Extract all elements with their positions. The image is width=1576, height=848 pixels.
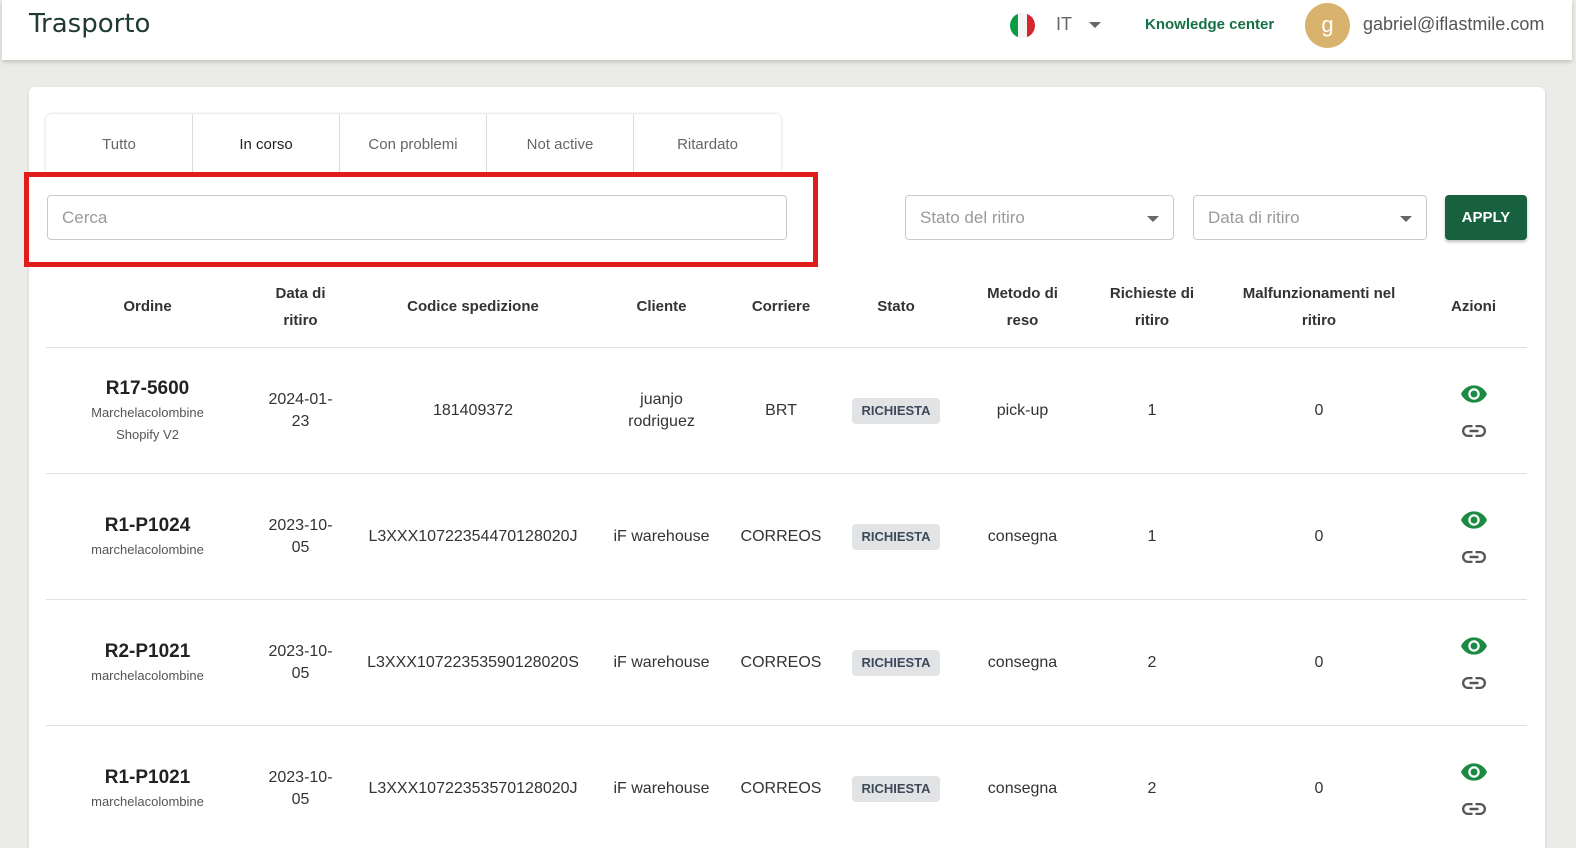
tab-con-problemi[interactable]: Con problemi bbox=[340, 114, 487, 172]
carrier: CORREOS bbox=[740, 654, 822, 671]
col-data-ritiro[interactable]: Data di ritiro bbox=[249, 265, 352, 348]
table-row[interactable]: R1-P1024 marchelacolombine 2023-10- 05 L3… bbox=[46, 474, 1527, 600]
status-badge: RICHIESTA bbox=[852, 524, 940, 550]
italy-flag-icon[interactable] bbox=[1010, 13, 1035, 38]
pickup-failures: 0 bbox=[1314, 780, 1324, 797]
carrier: BRT bbox=[765, 402, 797, 419]
tab-tutto[interactable]: Tutto bbox=[46, 114, 193, 172]
tab-not-active[interactable]: Not active bbox=[487, 114, 634, 172]
actions-cell bbox=[1420, 348, 1527, 474]
top-bar: Trasporto IT Knowledge center g gabriel@… bbox=[2, 0, 1572, 60]
order-cell: R1-P1024 marchelacolombine bbox=[46, 474, 249, 600]
table-header: Ordine Data di ritiro Codice spedizione C… bbox=[46, 265, 1527, 348]
order-shop: marchelacolombine bbox=[91, 794, 204, 809]
col-richieste-ritiro[interactable]: Richieste di ritiro bbox=[1086, 265, 1218, 348]
pickup-date: 2023-10- 05 bbox=[268, 517, 333, 556]
link-icon[interactable] bbox=[1461, 425, 1486, 437]
status-filter-select[interactable]: Stato del ritiro bbox=[905, 195, 1174, 240]
carrier: CORREOS bbox=[740, 780, 822, 797]
pickup-requests: 1 bbox=[1147, 528, 1157, 545]
col-metodo-reso[interactable]: Metodo di reso bbox=[959, 265, 1086, 348]
client-name: iF warehouse bbox=[613, 528, 710, 545]
order-id[interactable]: R1-P1024 bbox=[105, 513, 191, 539]
pickup-date: 2023-10- 05 bbox=[268, 769, 333, 808]
pickup-failures: 0 bbox=[1314, 654, 1324, 671]
order-cell: R17-5600 Marchelacolombine Shopify V2 bbox=[46, 348, 249, 474]
chevron-down-icon bbox=[1400, 216, 1412, 222]
language-selector[interactable]: IT bbox=[1056, 14, 1072, 35]
date-filter-placeholder: Data di ritiro bbox=[1208, 208, 1300, 227]
col-codice-spedizione[interactable]: Codice spedizione bbox=[352, 265, 594, 348]
chevron-down-icon bbox=[1147, 216, 1159, 222]
status-filter-placeholder: Stato del ritiro bbox=[920, 208, 1025, 227]
link-icon[interactable] bbox=[1461, 677, 1486, 689]
status-badge: RICHIESTA bbox=[852, 650, 940, 676]
return-method: consegna bbox=[987, 528, 1058, 545]
pickup-date: 2024-01- 23 bbox=[268, 391, 333, 430]
shipment-code: L3XXX10722354470128020J bbox=[368, 528, 578, 545]
col-ordine[interactable]: Ordine bbox=[46, 265, 249, 348]
user-email[interactable]: gabriel@iflastmile.com bbox=[1363, 14, 1544, 35]
knowledge-center-link[interactable]: Knowledge center bbox=[1145, 16, 1274, 33]
status-cell: RICHIESTA bbox=[833, 348, 959, 474]
status-cell: RICHIESTA bbox=[833, 474, 959, 600]
col-stato[interactable]: Stato bbox=[833, 265, 959, 348]
order-cell: R2-P1021 marchelacolombine bbox=[46, 600, 249, 726]
order-cell: R1-P1021 marchelacolombine bbox=[46, 726, 249, 848]
table-row[interactable]: R1-P1021 marchelacolombine 2023-10- 05 L3… bbox=[46, 726, 1527, 848]
pickup-requests: 1 bbox=[1147, 402, 1157, 419]
table-row[interactable]: R2-P1021 marchelacolombine 2023-10- 05 L3… bbox=[46, 600, 1527, 726]
apply-button[interactable]: APPLY bbox=[1445, 195, 1527, 240]
carrier: CORREOS bbox=[740, 528, 822, 545]
pickup-requests: 2 bbox=[1147, 654, 1157, 671]
eye-icon[interactable] bbox=[1460, 511, 1487, 529]
eye-icon[interactable] bbox=[1460, 385, 1487, 403]
pickup-date: 2023-10- 05 bbox=[268, 643, 333, 682]
link-icon[interactable] bbox=[1461, 551, 1486, 563]
status-badge: RICHIESTA bbox=[852, 398, 940, 424]
pickup-failures: 0 bbox=[1314, 402, 1324, 419]
tab-ritardato[interactable]: Ritardato bbox=[634, 114, 781, 172]
eye-icon[interactable] bbox=[1460, 637, 1487, 655]
actions-cell bbox=[1420, 600, 1527, 726]
link-icon[interactable] bbox=[1461, 803, 1486, 815]
client-name: juanjo rodriguez bbox=[628, 391, 695, 430]
shipment-code: L3XXX10722353590128020S bbox=[367, 654, 579, 671]
tab-in-corso[interactable]: In corso bbox=[193, 114, 340, 172]
main-card: Tutto In corso Con problemi Not active R… bbox=[24, 87, 1545, 848]
order-shop: Marchelacolombine bbox=[91, 405, 204, 420]
shipment-code: 181409372 bbox=[432, 402, 514, 419]
pickup-requests: 2 bbox=[1147, 780, 1157, 797]
return-method: pick-up bbox=[996, 402, 1049, 419]
search-input[interactable] bbox=[47, 195, 787, 240]
status-cell: RICHIESTA bbox=[833, 726, 959, 848]
return-method: consegna bbox=[987, 654, 1058, 671]
date-filter-select[interactable]: Data di ritiro bbox=[1193, 195, 1427, 240]
status-badge: RICHIESTA bbox=[852, 776, 940, 802]
order-id[interactable]: R1-P1021 bbox=[105, 765, 191, 791]
page-title: Trasporto bbox=[29, 9, 151, 39]
col-malfunzionamenti[interactable]: Malfunzionamenti nel ritiro bbox=[1218, 265, 1420, 348]
chevron-down-icon[interactable] bbox=[1089, 22, 1101, 28]
status-cell: RICHIESTA bbox=[833, 600, 959, 726]
pickup-failures: 0 bbox=[1314, 528, 1324, 545]
order-shop: marchelacolombine bbox=[91, 668, 204, 683]
client-name: iF warehouse bbox=[613, 780, 710, 797]
avatar[interactable]: g bbox=[1305, 3, 1350, 48]
order-shop: marchelacolombine bbox=[91, 542, 204, 557]
actions-cell bbox=[1420, 726, 1527, 848]
return-method: consegna bbox=[987, 780, 1058, 797]
col-corriere[interactable]: Corriere bbox=[729, 265, 833, 348]
order-id[interactable]: R2-P1021 bbox=[105, 639, 191, 665]
col-azioni: Azioni bbox=[1451, 298, 1496, 315]
order-id[interactable]: R17-5600 bbox=[106, 376, 189, 402]
status-tabs: Tutto In corso Con problemi Not active R… bbox=[46, 114, 781, 172]
client-name: iF warehouse bbox=[613, 654, 710, 671]
order-shop-platform: Shopify V2 bbox=[116, 427, 179, 442]
actions-cell bbox=[1420, 474, 1527, 600]
eye-icon[interactable] bbox=[1460, 763, 1487, 781]
col-cliente[interactable]: Cliente bbox=[594, 265, 729, 348]
shipment-code: L3XXX10722353570128020J bbox=[368, 780, 578, 797]
table-row[interactable]: R17-5600 Marchelacolombine Shopify V2 20… bbox=[46, 348, 1527, 474]
